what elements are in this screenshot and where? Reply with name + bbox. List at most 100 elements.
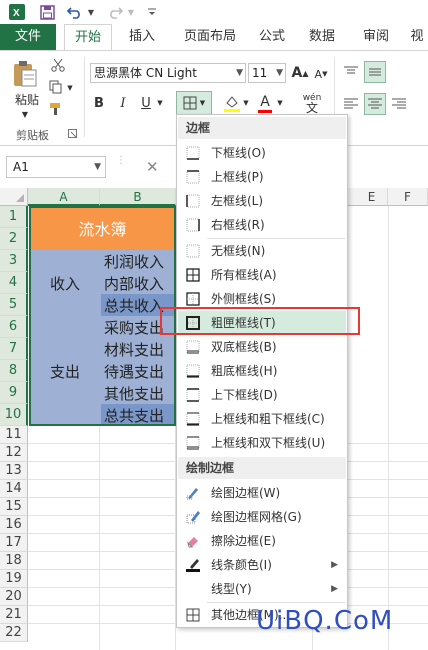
row-header-10[interactable]: 10 xyxy=(0,404,28,426)
menu-item-draw-border[interactable]: 绘图边框(W) xyxy=(178,481,346,505)
menu-item-all-borders[interactable]: 所有框线(A) xyxy=(178,263,346,287)
row-header-13[interactable]: 13 xyxy=(0,462,28,480)
tab-page-layout[interactable]: 页面布局 xyxy=(176,24,244,50)
align-right-icon[interactable] xyxy=(388,93,410,115)
font-name-combo[interactable]: 思源黑体 CN Light ▼ xyxy=(90,63,246,83)
paste-dropdown-icon[interactable]: ▼ xyxy=(18,109,32,119)
menu-item-draw-border-grid[interactable]: 绘图边框网格(G) xyxy=(178,505,346,529)
clipboard-launcher-icon[interactable] xyxy=(66,127,78,139)
menu-item-top-double-bottom-border[interactable]: 上框线和双下框线(U) xyxy=(178,431,346,455)
row-header-8[interactable]: 8 xyxy=(0,360,28,382)
phonetic-button[interactable]: wén 文 xyxy=(298,91,326,115)
row-header-4[interactable]: 4 xyxy=(0,272,28,294)
column-header-a[interactable]: A xyxy=(28,188,100,206)
row-header-22[interactable]: 22 xyxy=(0,624,28,642)
copy-icon[interactable] xyxy=(48,79,64,95)
svg-text:X: X xyxy=(13,8,20,19)
menu-item-line-color[interactable]: 线条颜色(I) ▶ xyxy=(178,553,346,577)
customize-toolbar-icon[interactable] xyxy=(146,3,158,21)
internal-income-cell[interactable]: 内部收入 xyxy=(101,272,176,294)
align-center-icon[interactable] xyxy=(364,93,386,115)
menu-item-left-border[interactable]: 左框线(L) xyxy=(178,189,346,213)
row-header-14[interactable]: 14 xyxy=(0,480,28,498)
name-box[interactable]: A1 ▼ xyxy=(6,156,106,178)
row-header-12[interactable]: 12 xyxy=(0,444,28,462)
tab-insert[interactable]: 插入 xyxy=(118,24,166,50)
fill-color-icon[interactable] xyxy=(222,91,242,115)
redo-dropdown-icon[interactable]: ▼ xyxy=(126,3,136,21)
menu-item-no-border[interactable]: 无框线(N) xyxy=(178,239,346,263)
menu-item-thick-bottom-border[interactable]: 粗底框线(H) xyxy=(178,359,346,383)
expense-group-cell[interactable]: 支出 xyxy=(29,316,101,426)
font-size-combo[interactable]: 11 ▼ xyxy=(248,63,286,83)
menu-item-top-thick-bottom-border[interactable]: 上框线和粗下框线(C) xyxy=(178,407,346,431)
paste-button[interactable]: 粘贴 xyxy=(10,91,44,107)
material-expense-cell[interactable]: 材料支出 xyxy=(101,338,176,360)
top-align-icon[interactable] xyxy=(340,61,362,83)
select-all-corner[interactable] xyxy=(0,188,28,206)
row-header-20[interactable]: 20 xyxy=(0,588,28,606)
cut-icon[interactable] xyxy=(50,57,66,73)
column-header-b[interactable]: B xyxy=(100,188,176,206)
menu-item-line-style[interactable]: 线型(Y) ▶ xyxy=(178,577,346,601)
row-header-11[interactable]: 11 xyxy=(0,426,28,444)
bold-button[interactable]: B xyxy=(90,93,108,113)
income-group-cell[interactable]: 收入 xyxy=(29,250,101,316)
menu-item-erase-border[interactable]: 擦除边框(E) xyxy=(178,529,346,553)
tab-home[interactable]: 开始 xyxy=(64,24,112,51)
decrease-font-icon[interactable]: A ▼ xyxy=(314,65,328,83)
fill-color-dropdown-icon[interactable]: ▼ xyxy=(242,97,250,109)
row-header-21[interactable]: 21 xyxy=(0,606,28,624)
redo-icon[interactable] xyxy=(106,3,124,21)
align-left-icon[interactable] xyxy=(340,93,362,115)
menu-item-bottom-border[interactable]: 下框线(O) xyxy=(178,141,346,165)
total-expense-cell[interactable]: 总共支出 xyxy=(101,404,176,426)
font-color-button[interactable]: A xyxy=(256,91,274,115)
font-size-dropdown-icon[interactable]: ▼ xyxy=(276,64,283,82)
undo-dropdown-icon[interactable]: ▼ xyxy=(86,3,96,21)
menu-item-right-border[interactable]: 右框线(R) xyxy=(178,213,346,237)
menu-item-label: 擦除边框(E) xyxy=(211,534,276,548)
menu-item-top-bottom-border[interactable]: 上下框线(D) xyxy=(178,383,346,407)
tab-view[interactable]: 视 xyxy=(406,24,428,50)
row-header-18[interactable]: 18 xyxy=(0,552,28,570)
row-header-17[interactable]: 17 xyxy=(0,534,28,552)
row-header-15[interactable]: 15 xyxy=(0,498,28,516)
underline-dropdown-icon[interactable]: ▼ xyxy=(156,97,164,109)
row-header-6[interactable]: 6 xyxy=(0,316,28,338)
row-header-3[interactable]: 3 xyxy=(0,250,28,272)
borders-button[interactable]: ▼ xyxy=(176,91,212,115)
row-header-19[interactable]: 19 xyxy=(0,570,28,588)
profit-income-cell[interactable]: 利润收入 xyxy=(101,250,176,272)
italic-button[interactable]: I xyxy=(114,93,132,113)
row-header-5[interactable]: 5 xyxy=(0,294,28,316)
borders-dropdown-icon[interactable]: ▼ xyxy=(200,99,205,107)
tab-review[interactable]: 审阅 xyxy=(356,24,396,50)
middle-align-icon[interactable] xyxy=(364,61,386,83)
column-header-f[interactable]: F xyxy=(388,188,428,206)
salary-expense-cell[interactable]: 待遇支出 xyxy=(101,360,176,382)
font-color-dropdown-icon[interactable]: ▼ xyxy=(276,97,284,109)
menu-item-double-bottom-border[interactable]: 双底框线(B) xyxy=(178,335,346,359)
title-cell[interactable]: 流水簿 xyxy=(29,206,176,250)
increase-font-icon[interactable]: A ▲ xyxy=(292,63,309,83)
tab-formulas[interactable]: 公式 xyxy=(252,24,292,50)
row-header-9[interactable]: 9 xyxy=(0,382,28,404)
copy-dropdown-icon[interactable]: ▼ xyxy=(66,83,74,93)
menu-item-top-border[interactable]: 上框线(P) xyxy=(178,165,346,189)
tab-data[interactable]: 数据 xyxy=(302,24,342,50)
format-painter-icon[interactable] xyxy=(48,101,66,117)
row-header-1[interactable]: 1 xyxy=(0,206,28,228)
row-header-16[interactable]: 16 xyxy=(0,516,28,534)
underline-button[interactable]: U xyxy=(138,93,154,113)
font-name-dropdown-icon[interactable]: ▼ xyxy=(236,64,243,82)
other-expense-cell[interactable]: 其他支出 xyxy=(101,382,176,404)
row-header-7[interactable]: 7 xyxy=(0,338,28,360)
row-header-2[interactable]: 2 xyxy=(0,228,28,250)
save-icon[interactable] xyxy=(38,3,56,21)
paste-icon[interactable] xyxy=(10,59,40,89)
cancel-formula-button[interactable]: ✕ xyxy=(146,156,164,178)
name-box-dropdown-icon[interactable]: ▼ xyxy=(94,157,101,177)
undo-icon[interactable] xyxy=(66,3,84,21)
tab-file[interactable]: 文件 xyxy=(0,24,56,50)
